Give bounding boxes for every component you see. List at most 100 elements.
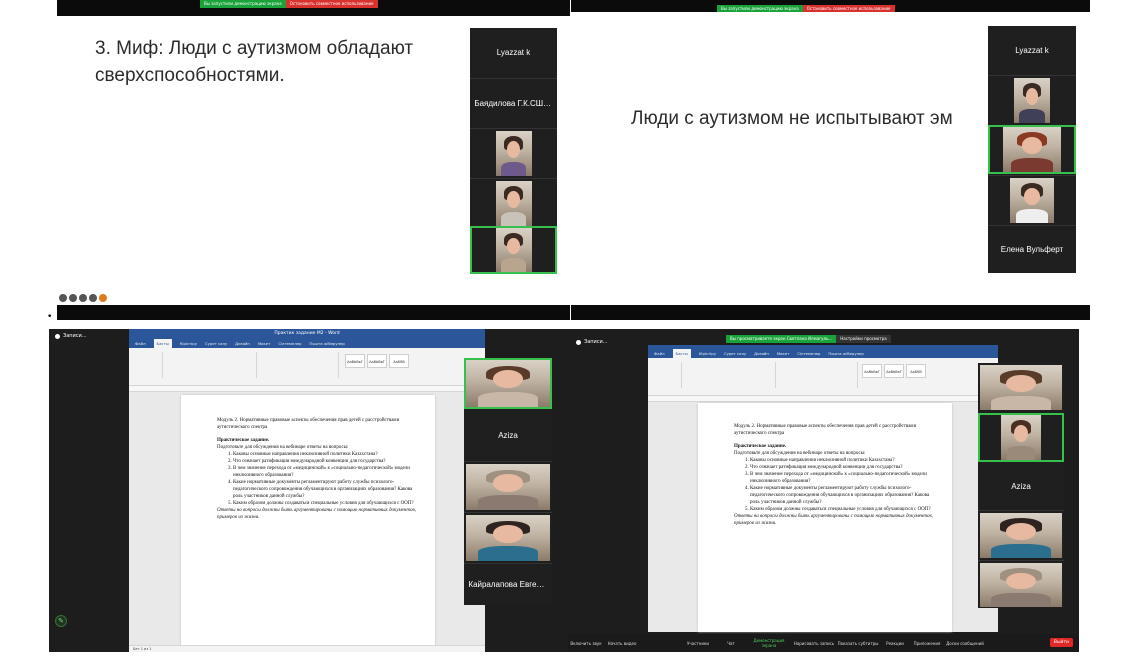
video-feed [1010,178,1054,223]
participant-video[interactable] [464,461,552,511]
start-video-button[interactable]: Начать видео [604,641,640,646]
unmute-button[interactable]: Включить звук [568,641,604,646]
font-group[interactable] [684,362,776,388]
participant-video[interactable] [988,175,1076,224]
style-normal[interactable]: AaBbВвГ [345,354,365,368]
participant-tile[interactable]: Баядилова Г.К.СШ7Ак... [470,78,557,127]
tab-insert[interactable]: Кірістіру [180,339,197,348]
tab-layout[interactable]: Макет [258,339,270,348]
video-feed [495,131,532,176]
tab-mailings[interactable]: Пошта жіберулер [828,349,863,358]
question-item: Каковы основные направления инклюзивной … [233,451,421,458]
question-item: Что означает ратификация международной к… [233,458,421,465]
participant-tile[interactable]: Aziza [978,463,1064,509]
recording-indicator[interactable]: Записи... [576,339,608,345]
style-no-spacing[interactable]: AaBbВвГ [884,364,904,378]
captions-button[interactable]: Показать субтитры [836,641,880,646]
tab-draw[interactable]: Сурет салу [205,339,227,348]
video-strip: Lyazzat k Баядилова Г.К.СШ7Ак... [470,28,557,274]
participant-name: Aziza [1011,481,1031,491]
style-normal[interactable]: AaBbВвГ [862,364,882,378]
tab-mailings[interactable]: Пошта жіберулер [309,339,344,348]
style-heading[interactable]: AaБбВ [389,354,409,368]
whiteboards-button[interactable]: Доски сообщений [944,641,986,646]
font-group[interactable] [165,352,257,378]
participant-tile[interactable]: Lyazzat k [988,26,1076,74]
document-page[interactable]: Модуль 2. Нормативные правовые аспекты о… [181,395,435,645]
participant-video[interactable] [464,512,552,562]
clipboard-group[interactable] [133,352,163,378]
question-item: Каковы основные направления инклюзивной … [750,457,938,464]
zoom-toolbar: Включить звук Начать видео Участники Чат… [568,634,1079,652]
question-item: Какие нормативные документы регламентиру… [233,479,421,500]
participant-name: Елена Вульферт [1000,245,1064,254]
paragraph-group[interactable] [259,352,339,378]
tab-home[interactable]: Басты [672,349,691,358]
paragraph-group[interactable] [778,362,858,388]
slide-panel-top-left: Вы запустили демонстрацию экрана Останов… [57,0,570,320]
participant-video[interactable] [978,510,1064,559]
participants-button[interactable]: Участники [680,641,716,646]
record-button[interactable]: Нарисовать запись [792,641,836,646]
tab-insert[interactable]: Кірістіру [699,349,716,358]
pen-icon[interactable] [69,294,77,302]
tab-home[interactable]: Басты [153,339,172,348]
participant-video[interactable] [470,128,557,177]
reactions-button[interactable]: Реакции [880,641,910,646]
stop-share-button[interactable]: Остановить совместное использование [285,0,378,8]
participant-name: Aziza [498,430,518,440]
style-no-spacing[interactable]: AaBbВвГ [367,354,387,368]
leave-button[interactable]: Выйти [1049,638,1073,647]
participant-video-active[interactable] [470,226,557,274]
participant-video-active[interactable] [464,358,552,409]
apps-button[interactable]: Приложения [910,641,944,646]
word-status-bar: Бет 1 из 1 [129,645,485,652]
participant-tile[interactable]: Кайралапова Евгения [464,563,552,605]
grid-icon[interactable] [79,294,87,302]
tab-file[interactable]: Файл [135,339,146,348]
participant-tile[interactable]: Елена Вульферт [988,225,1076,273]
participant-video-active[interactable] [978,413,1064,462]
video-feed [466,464,550,510]
tab-design[interactable]: Дизайн [235,339,250,348]
word-title-bar: Практик задание М2 - Word [129,329,485,339]
slide-title: 3. Миф: Люди с аутизмом обладают сверхсп… [95,35,413,89]
participant-name: Кайралапова Евгения [468,580,548,589]
participant-video[interactable] [978,363,1064,412]
clipboard-group[interactable] [652,362,682,388]
video-strip: Aziza [978,363,1064,608]
doc-note: Ответы на вопросы должны быть аргументир… [217,508,416,520]
question-item: Каким образом должны создаваться специал… [750,506,938,513]
participant-video[interactable] [470,178,557,227]
tab-design[interactable]: Дизайн [754,349,769,358]
word-ribbon-tabs: Файл Басты Кірістіру Сурет салу Дизайн М… [648,349,998,358]
share-screen-button[interactable]: Демонстрация экрана [746,638,792,648]
participant-video-active[interactable] [988,125,1076,174]
tab-references[interactable]: Сілтемелер [797,349,820,358]
share-banner: Вы запустили демонстрацию экрана Останов… [717,5,895,12]
view-options-button[interactable]: Настройки просмотра [836,335,891,343]
participant-video[interactable] [988,75,1076,124]
participant-tile[interactable]: Lyazzat k [470,28,557,77]
question-item: Что означает ратификация международной к… [750,464,938,471]
tab-file[interactable]: Файл [654,349,665,358]
tab-layout[interactable]: Макет [777,349,789,358]
tab-references[interactable]: Сілтемелер [278,339,301,348]
participant-tile[interactable]: Aziza [464,410,552,460]
chat-button[interactable]: Чат [716,641,746,646]
tab-draw[interactable]: Сурет салу [724,349,746,358]
recording-indicator[interactable]: Записи... [55,333,87,339]
word-ribbon: AaBbВвГ AaBbВвГ AaБбВ [648,358,998,396]
prev-icon[interactable] [59,294,67,302]
stop-share-button[interactable]: Остановить совместное использование [802,5,895,12]
video-feed [495,228,532,272]
bottom-black-bar [57,305,570,320]
zoom-icon[interactable] [89,294,97,302]
style-heading[interactable]: AaБбВ [906,364,926,378]
document-page[interactable]: Модуль 2. Нормативные правовые аспекты о… [698,403,952,632]
instructions: Подготовьте для обсуждения на вебинаре о… [734,451,866,456]
screen-bottom-left: Записи... Практик задание М2 - Word Файл… [49,329,570,652]
next-icon[interactable] [99,294,107,302]
edit-pen-icon[interactable]: ✎ [55,615,67,627]
participant-video[interactable] [978,560,1064,608]
